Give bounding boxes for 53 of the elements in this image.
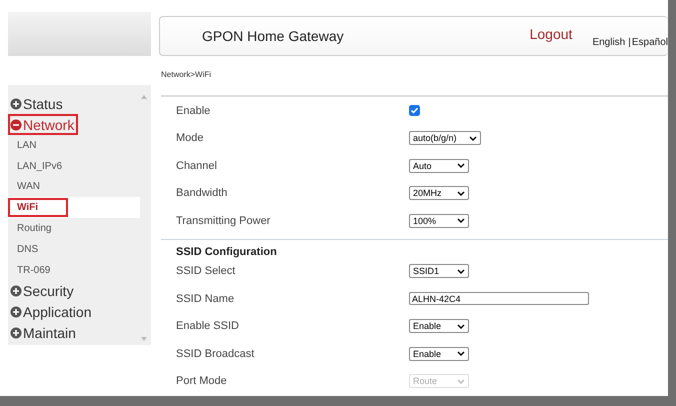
field-label: Enable [176, 104, 212, 117]
expand-icon [10, 98, 22, 110]
submenu-item[interactable]: LAN [8, 135, 140, 156]
menu-item[interactable]: Security [8, 280, 78, 302]
field-label: SSID Name [176, 292, 236, 305]
dropdown[interactable]: 100% [409, 214, 469, 228]
ssid-name-field[interactable]: ALHN-42C4 [409, 292, 589, 306]
field-label: Enable SSID [176, 320, 240, 332]
field-label: SSID Select [176, 265, 236, 278]
scroll-up-icon[interactable] [141, 95, 147, 99]
gateway-title: GPON Home Gateway [202, 28, 344, 44]
expand-icon [10, 285, 22, 298]
submenu-item[interactable]: LAN_IPv6 [8, 156, 140, 177]
caret-icon [457, 324, 465, 329]
dropdown[interactable]: Enable [409, 346, 469, 361]
dropdown[interactable]: auto(b/g/n) [409, 131, 481, 146]
menu-item[interactable]: Status [8, 93, 67, 114]
submenu-item[interactable]: Routing [8, 218, 140, 239]
logout-link[interactable]: Logout [530, 26, 572, 42]
field-label: SSID Broadcast [176, 348, 256, 360]
submenu-item[interactable]: TR-069 [8, 260, 140, 281]
caret-icon [457, 268, 465, 274]
expand-icon [10, 118, 22, 130]
menu-item[interactable]: Network [8, 114, 78, 135]
dropdown[interactable]: 20MHz [409, 186, 469, 200]
submenu-item[interactable]: WiFi [8, 197, 140, 218]
menu-item[interactable]: Application [8, 302, 96, 323]
field-label: Mode [176, 132, 205, 144]
breadcrumb: Network>WiFi [161, 70, 668, 97]
caret-icon [457, 351, 465, 356]
field-label: Bandwidth [176, 187, 228, 200]
language-link[interactable]: Español [632, 36, 668, 48]
scroll-down-icon[interactable] [141, 337, 147, 341]
field-label: Channel [176, 160, 218, 172]
section-title: SSID Configuration [176, 246, 278, 258]
submenu-item[interactable]: WAN [8, 176, 140, 198]
menu-item[interactable]: Maintain [8, 322, 80, 344]
caret-icon [457, 163, 465, 168]
caret-icon [457, 218, 465, 224]
caret-icon [457, 190, 465, 196]
enable-checkbox[interactable] [409, 105, 420, 116]
caret-icon [457, 378, 465, 384]
dropdown[interactable]: Enable [409, 319, 469, 334]
field-label: Port Mode [176, 375, 228, 388]
language-link[interactable]: English [592, 36, 626, 48]
caret-icon [468, 136, 477, 141]
dropdown[interactable]: Auto [409, 158, 469, 173]
expand-icon [10, 306, 22, 318]
expand-icon [10, 327, 22, 340]
dropdown[interactable]: SSID1 [409, 264, 469, 278]
field-label: Transmitting Power [176, 214, 272, 227]
separator: | [628, 36, 631, 48]
submenu-item[interactable]: DNS [8, 238, 140, 260]
